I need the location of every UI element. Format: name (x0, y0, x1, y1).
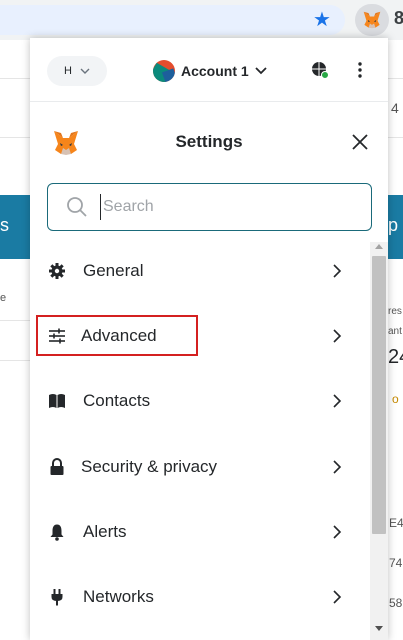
scroll-up-arrow-icon[interactable] (375, 244, 383, 249)
chevron-right-icon (333, 329, 342, 343)
bg-fragment: 4 (391, 100, 399, 116)
bg-banner-left: s (0, 195, 30, 259)
bg-divider (388, 137, 403, 138)
popup-header: H Account 1 (30, 38, 388, 102)
kebab-menu-icon[interactable] (350, 60, 370, 80)
settings-item-label: Alerts (83, 522, 127, 541)
plug-icon (51, 589, 63, 606)
close-icon[interactable] (350, 132, 370, 152)
network-picker[interactable]: H (47, 56, 107, 86)
bg-fragment: res (388, 306, 402, 317)
chevron-down-icon (255, 67, 267, 75)
globe-icon[interactable] (310, 60, 330, 80)
bg-divider (0, 137, 30, 138)
bg-divider (388, 78, 403, 79)
bg-banner-text: s (0, 215, 9, 235)
bell-icon (50, 524, 64, 541)
bg-fragment: o (392, 392, 399, 406)
metamask-fox-icon (363, 11, 381, 29)
bg-fragment: 58 (389, 596, 403, 610)
address-bar[interactable] (0, 5, 345, 35)
chevron-right-icon (333, 394, 342, 408)
settings-header: Settings (30, 122, 388, 162)
chevron-down-icon (80, 68, 90, 74)
settings-item-general[interactable]: General (30, 246, 370, 296)
bg-fragment: ant (388, 326, 402, 337)
account-name: Account 1 (181, 63, 249, 79)
settings-item-label: Networks (83, 587, 154, 606)
scrollbar-thumb[interactable] (372, 256, 386, 534)
bg-banner-right: p (387, 195, 403, 259)
bookmark-star-icon[interactable]: ★ (311, 8, 333, 30)
bg-banner-text: p (388, 215, 399, 235)
search-icon (67, 197, 87, 217)
chevron-right-icon (333, 460, 342, 474)
search-field[interactable] (47, 183, 372, 231)
bg-divider (0, 360, 30, 361)
search-input[interactable] (100, 194, 360, 220)
bg-fragment: E4 (389, 516, 403, 530)
page-title: Settings (175, 132, 243, 151)
scrollbar[interactable] (370, 242, 388, 640)
bg-fragment: 74 (389, 556, 403, 570)
account-picker[interactable]: Account 1 (153, 58, 267, 84)
gear-icon (49, 263, 65, 279)
settings-item-contacts[interactable]: Contacts (30, 376, 370, 426)
account-avatar (153, 60, 175, 82)
book-icon (49, 394, 65, 408)
chevron-right-icon (333, 525, 342, 539)
settings-item-label: General (83, 261, 144, 280)
browser-edge-text: 8 (394, 8, 403, 28)
bg-fragment: 24 (388, 346, 403, 368)
network-label: H (64, 65, 72, 77)
settings-item-networks[interactable]: Networks (30, 572, 370, 622)
settings-item-alerts[interactable]: Alerts (30, 507, 370, 557)
bg-divider (0, 320, 30, 321)
lock-icon (50, 458, 64, 475)
metamask-extension-button[interactable] (355, 4, 389, 36)
settings-item-security[interactable]: Security & privacy (30, 442, 370, 492)
bg-fragment: e (0, 292, 7, 304)
settings-item-label: Security & privacy (81, 457, 218, 476)
settings-item-label: Contacts (83, 391, 151, 410)
chevron-right-icon (333, 264, 342, 278)
chevron-right-icon (333, 590, 342, 604)
bg-divider (0, 78, 30, 79)
highlight-box (36, 315, 198, 356)
scroll-down-arrow-icon[interactable] (375, 626, 383, 631)
metamask-popup: H Account 1 Settings Search General Adva… (30, 38, 388, 640)
browser-toolbar: ★ 8 (0, 0, 403, 40)
